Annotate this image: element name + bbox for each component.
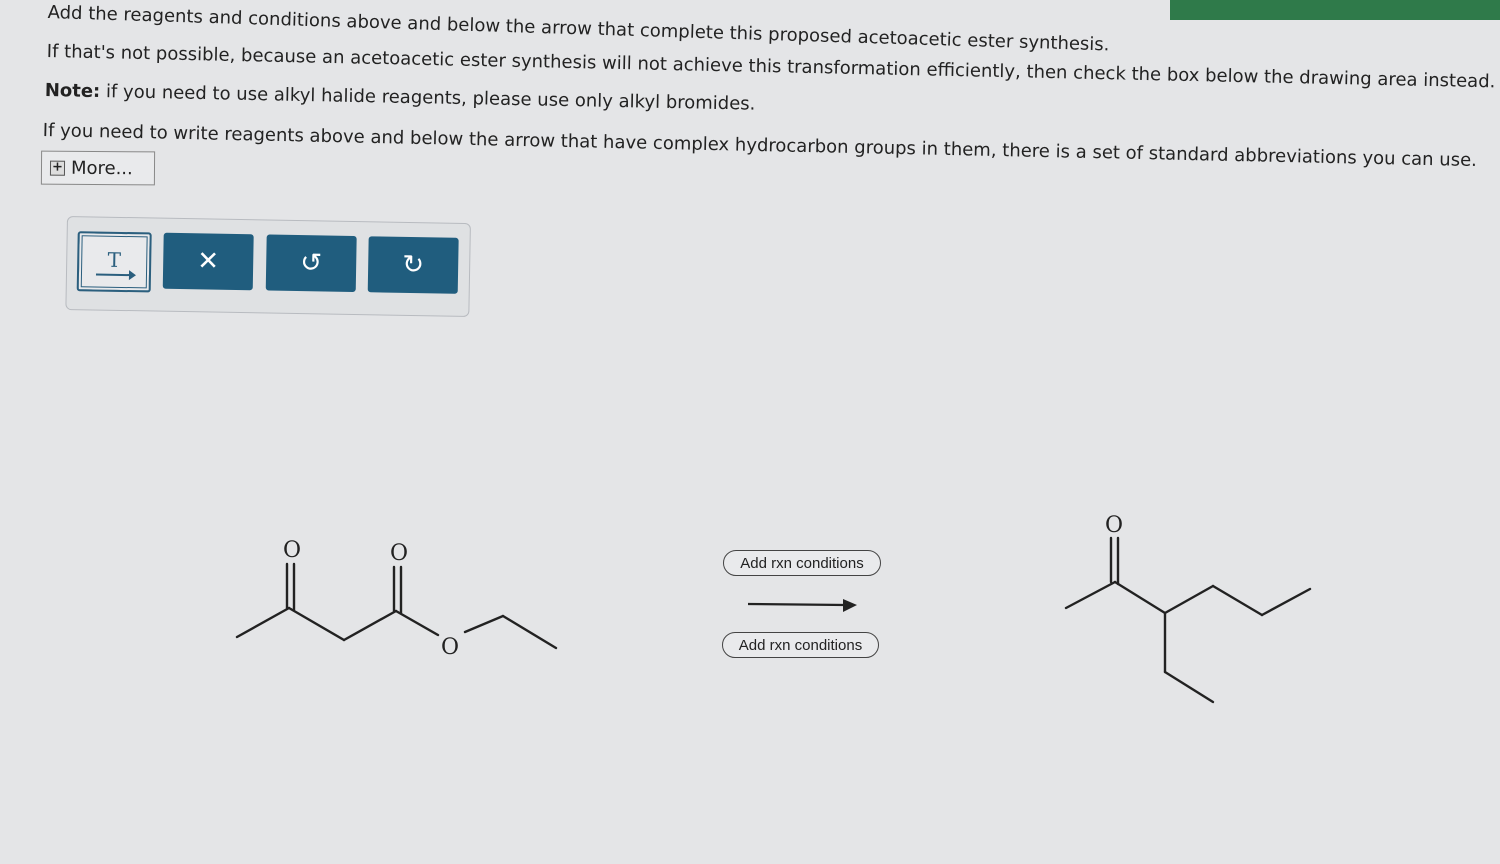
product-ketone-oxygen: O xyxy=(1105,513,1123,538)
reactant-ester-carbonyl-oxygen: O xyxy=(390,541,408,566)
reactant-ester-oxygen: O xyxy=(441,635,459,660)
product-molecule[interactable] xyxy=(1064,536,1312,704)
reactant-molecule[interactable] xyxy=(235,562,558,650)
reactant-ketone-oxygen: O xyxy=(283,538,301,563)
above-arrow-conditions-button[interactable]: Add rxn conditions xyxy=(723,550,881,576)
reaction-arrow[interactable] xyxy=(747,599,857,612)
reaction-canvas: O O O O xyxy=(235,513,1312,704)
below-arrow-conditions-button[interactable]: Add rxn conditions xyxy=(722,632,879,658)
